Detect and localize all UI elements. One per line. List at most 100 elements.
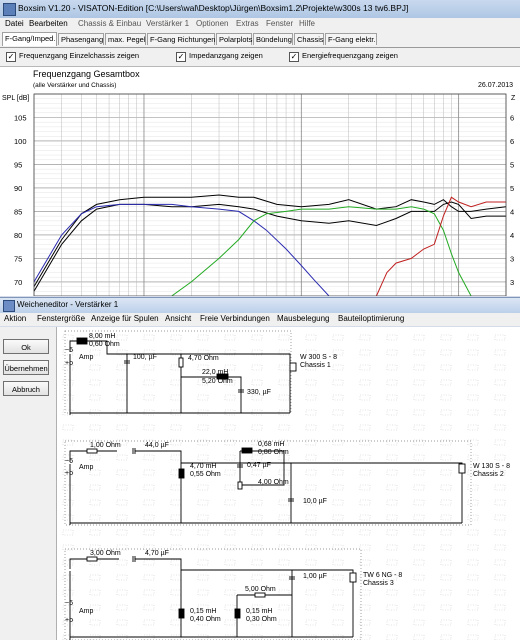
grid-slot — [332, 469, 344, 476]
dialog-menu-freie-verbindungen[interactable]: Freie Verbindungen — [200, 314, 270, 323]
grid-slot — [197, 634, 209, 640]
grid-slot — [251, 379, 263, 386]
grid-slot — [89, 499, 101, 506]
c1-terminal-plus: +o — [65, 360, 73, 367]
tab-fgang-imped[interactable]: F-Gang/Imped. — [2, 32, 57, 46]
main-menu-bar: Datei Bearbeiten Chassis & Einbau Verstä… — [0, 18, 520, 31]
menu-extras[interactable]: Extras — [236, 19, 259, 28]
grid-slot — [224, 559, 236, 566]
grid-slot — [251, 559, 263, 566]
crossover-work-area[interactable]: 8,00 mH 0,60 Ohm −6 Amp +o 100, µF 4,70 … — [57, 327, 520, 640]
tab-polarplots[interactable]: Polarplots — [216, 33, 252, 45]
grid-slot — [251, 499, 263, 506]
grid-slot — [440, 589, 452, 596]
inductor-c1-l1[interactable] — [76, 337, 88, 345]
dialog-menu-aktion[interactable]: Aktion — [4, 314, 26, 323]
apply-button[interactable]: Übernehmen — [3, 360, 49, 375]
grid-slot — [116, 499, 128, 506]
cancel-button[interactable]: Abbruch — [3, 381, 49, 396]
menu-fenster[interactable]: Fenster — [266, 19, 293, 28]
menu-optionen[interactable]: Optionen — [196, 19, 228, 28]
c2-part-c2: 0,47 µF — [247, 462, 271, 469]
tab-fgang-richtungen[interactable]: F-Gang Richtungen — [147, 33, 215, 45]
inductor-c2-l2[interactable] — [241, 447, 253, 454]
grid-slot — [116, 364, 128, 371]
grid-slot — [62, 334, 74, 341]
grid-slot — [413, 559, 425, 566]
grid-slot — [170, 424, 182, 431]
grid-slot — [359, 364, 371, 371]
grid-slot — [278, 499, 290, 506]
grid-slot — [305, 559, 317, 566]
dialog-menu-bauteiloptimierung[interactable]: Bauteiloptimierung — [338, 314, 404, 323]
c3-part-l2-value: 0,15 mH — [246, 608, 273, 615]
grid-slot — [359, 394, 371, 401]
inductor-c3-l2[interactable] — [234, 608, 241, 619]
tab-chassis[interactable]: Chassis — [294, 33, 324, 45]
grid-slot — [62, 529, 74, 536]
grid-slot — [494, 589, 506, 596]
dialog-menu-mausbelegung[interactable]: Mausbelegung — [277, 314, 329, 323]
c3-part-l2-resistance: 0,30 Ohm — [246, 616, 277, 623]
grid-slot — [494, 529, 506, 536]
menu-verstaerker[interactable]: Verstärker 1 — [146, 19, 189, 28]
grid-slot — [143, 394, 155, 401]
tab-buendelung[interactable]: Bündelung — [253, 33, 293, 45]
grid-slot — [332, 394, 344, 401]
y-tick-label-right: 3 — [510, 254, 514, 263]
tab-max-pegel[interactable]: max. Pegel — [105, 33, 146, 45]
menu-bearbeiten[interactable]: Bearbeiten — [29, 19, 68, 28]
grid-slot — [413, 619, 425, 626]
dialog-menu-fenstergroesse[interactable]: Fenstergröße — [37, 314, 85, 323]
menu-hilfe[interactable]: Hilfe — [299, 19, 315, 28]
dialog-menu-ansicht[interactable]: Ansicht — [165, 314, 191, 323]
grid-slot — [170, 589, 182, 596]
grid-slot — [62, 409, 74, 416]
grid-slot — [89, 529, 101, 536]
grid-slot — [170, 559, 182, 566]
app-icon[interactable] — [3, 3, 16, 16]
chart-curves — [33, 194, 507, 296]
dialog-menu-spulen[interactable]: Anzeige für Spulen — [91, 314, 159, 323]
grid-slot — [440, 514, 452, 521]
grid-slot — [170, 514, 182, 521]
y-tick-label-right: 6 — [510, 137, 514, 146]
grid-slot — [278, 574, 290, 581]
checkbox-impedanz[interactable]: ✓ — [176, 52, 186, 62]
c2-part-c1: 44,0 µF — [145, 442, 169, 449]
grid-slot — [332, 454, 344, 461]
frequency-response-panel: Frequenzgang Gesamtbox (alle Verstärker … — [0, 67, 520, 296]
grid-slot — [116, 634, 128, 640]
resistor-c2-r2[interactable] — [237, 481, 243, 490]
tab-fgang-elektr[interactable]: F-Gang elektr. — [325, 33, 377, 45]
grid-slot — [305, 529, 317, 536]
grid-slot — [494, 634, 506, 640]
inductor-c3-l1[interactable] — [178, 608, 185, 619]
c2-part-r2: 4,00 Ohm — [258, 479, 289, 486]
circuit-3 — [64, 548, 362, 640]
menu-datei[interactable]: Datei — [5, 19, 24, 28]
grid-slot — [224, 424, 236, 431]
grid-slot — [386, 334, 398, 341]
dialog-icon[interactable] — [3, 300, 15, 312]
grid-slot — [359, 499, 371, 506]
c2-part-c3: 10,0 µF — [303, 498, 327, 505]
dotted-grid — [62, 334, 506, 640]
grid-slot — [143, 424, 155, 431]
grid-slot — [62, 394, 74, 401]
grid-slot — [224, 604, 236, 611]
y-tick-label: 90 — [14, 184, 22, 193]
inductor-c2-l1[interactable] — [178, 468, 185, 479]
checkbox-energie[interactable]: ✓ — [289, 52, 299, 62]
checkbox-einzelchassis[interactable]: ✓ — [6, 52, 16, 62]
grid-slot — [116, 574, 128, 581]
menu-chassis-einbau[interactable]: Chassis & Einbau — [78, 19, 141, 28]
grid-slot — [116, 424, 128, 431]
ok-button[interactable]: Ok — [3, 339, 49, 354]
grid-slot — [251, 574, 263, 581]
c1-amp-label: Amp — [79, 354, 94, 361]
resistor-c1-r1[interactable] — [178, 357, 184, 368]
tab-phasengang[interactable]: Phasengang — [58, 33, 104, 45]
grid-slot — [332, 634, 344, 640]
grid-slot — [467, 484, 479, 491]
